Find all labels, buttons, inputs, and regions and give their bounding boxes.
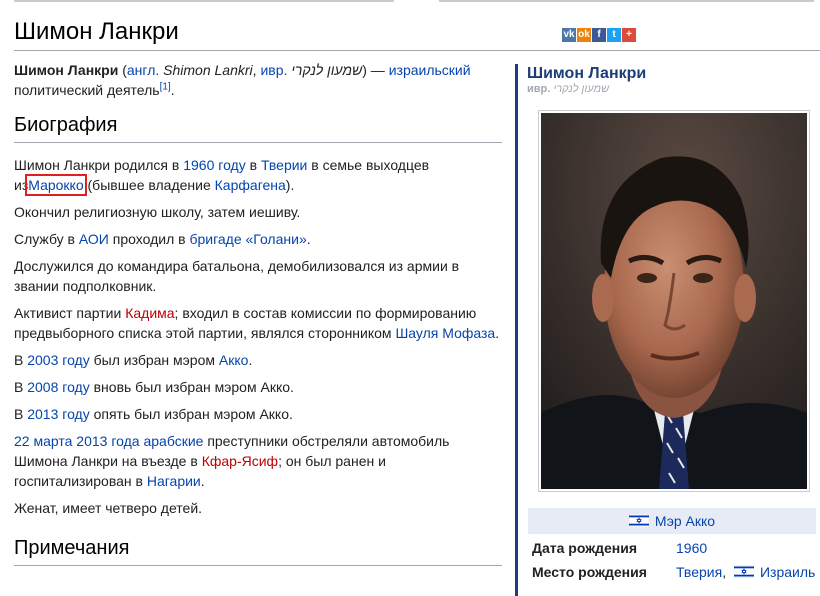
bio-paragraph-rank: Дослужился до командира батальона, демоб…	[14, 258, 460, 294]
link-2013[interactable]: 2013 году	[27, 406, 89, 422]
facebook-icon[interactable]: f	[592, 28, 606, 42]
share-buttons: vk ok f t +	[562, 28, 637, 42]
link-akko[interactable]: Акко	[219, 352, 249, 368]
link-birth-year[interactable]: 1960	[676, 538, 707, 558]
vk-icon[interactable]: vk	[562, 28, 576, 42]
link-kadima[interactable]: Кадима	[125, 305, 174, 321]
link-2008[interactable]: 2008 году	[27, 379, 89, 395]
link-tiberias[interactable]: Тверии	[261, 157, 307, 173]
title-divider	[14, 50, 820, 51]
link-israel[interactable]: Израиль	[760, 564, 815, 580]
link-nahariya[interactable]: Нагарии	[147, 473, 201, 489]
twitter-icon[interactable]: t	[607, 28, 621, 42]
top-border-left	[14, 0, 394, 4]
portrait-image	[541, 113, 807, 489]
lead-paragraph: Шимон Ланкри (англ. Shimon Lankri, ивр. …	[14, 62, 471, 98]
link-carthage[interactable]: Карфагена	[215, 177, 286, 193]
israel-flag-icon	[628, 509, 650, 528]
section-heading-biography: Биография	[14, 111, 502, 143]
reference-link[interactable]: [1]	[160, 81, 171, 92]
link-march-22[interactable]: 22 марта	[14, 433, 72, 449]
article-body: Шимон Ланкри (англ. Shimon Lankri, ивр. …	[14, 60, 502, 566]
section-heading-notes: Примечания	[14, 534, 502, 566]
link-arab[interactable]: арабские	[143, 433, 203, 449]
link-mayor-akko[interactable]: Мэр Акко	[655, 513, 715, 529]
link-mofaz[interactable]: Шауля Мофаза	[395, 325, 495, 341]
infobox-caption: Мэр Акко	[528, 508, 816, 534]
name-hebrew: שמעון לנקרי	[291, 62, 363, 78]
name-english: Shimon Lankri	[163, 62, 253, 78]
link-tiberias-city[interactable]: Тверия	[676, 564, 722, 580]
lead-name: Шимон Ланкри	[14, 62, 119, 78]
bio-paragraph-attack: 22 марта 2013 года арабские преступники …	[14, 433, 450, 489]
link-kafr-yasif[interactable]: Кфар-Ясиф	[202, 453, 278, 469]
bio-paragraph-service: Службу в АОИ проходил в бригаде «Голани»…	[14, 231, 311, 247]
top-border	[14, 0, 820, 4]
link-2013-year[interactable]: 2013 года	[76, 433, 139, 449]
bio-paragraph-school: Окончил религиозную школу, затем иешиву.	[14, 204, 301, 220]
link-hebrew[interactable]: ивр.	[260, 62, 287, 78]
link-2003[interactable]: 2003 году	[27, 352, 89, 368]
link-english[interactable]: англ.	[127, 62, 159, 78]
bio-paragraph-family: Женат, имеет четверо детей.	[14, 500, 203, 516]
link-idf[interactable]: АОИ	[79, 231, 109, 247]
link-morocco[interactable]: Марокко	[25, 174, 87, 196]
israel-flag-icon	[733, 563, 755, 579]
bio-paragraph-2013: В 2013 году опять был избран мэром Акко.	[14, 406, 293, 422]
link-israeli[interactable]: израильский	[389, 62, 471, 78]
bio-paragraph-2008: В 2008 году вновь был избран мэром Акко.	[14, 379, 294, 395]
bio-paragraph-2003: В 2003 году был избран мэром Акко.	[14, 352, 253, 368]
link-golani[interactable]: бригаде «Голани»	[189, 231, 306, 247]
infobox-original-name: ивр. שמעון לנקרי	[527, 83, 610, 95]
infobox: Шимон Ланкри ивр. שמעון לנקרי Мэр Акко Д…	[515, 64, 816, 596]
portrait-photo[interactable]	[538, 110, 810, 492]
bio-paragraph-party: Активист партии Кадима; входил в состав …	[14, 305, 500, 341]
link-1960[interactable]: 1960 году	[183, 157, 245, 173]
page-title: Шимон Ланкри	[14, 18, 179, 45]
plus-icon[interactable]: +	[622, 28, 636, 42]
odnoklassniki-icon[interactable]: ok	[577, 28, 591, 42]
bio-paragraph-birth: Шимон Ланкри родился в 1960 году в Твери…	[14, 157, 430, 196]
infobox-title: Шимон Ланкри	[527, 65, 647, 82]
top-border-right	[439, 0, 814, 4]
